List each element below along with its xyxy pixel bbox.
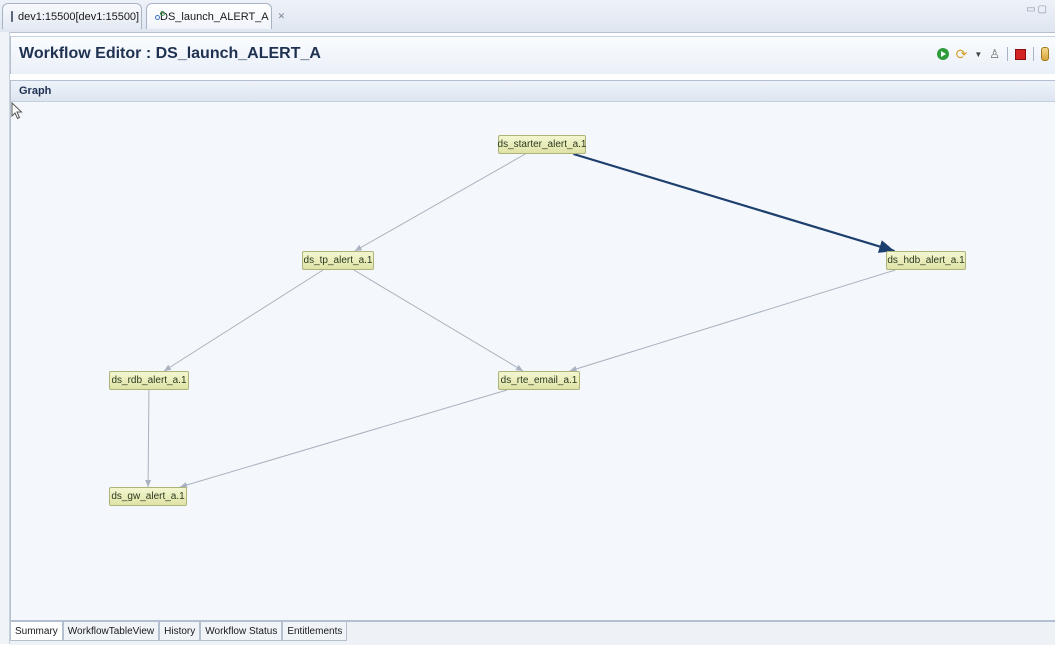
user-icon[interactable]: ♙ <box>989 48 1000 60</box>
stop-icon[interactable] <box>1015 48 1026 60</box>
left-border-strip <box>0 32 10 644</box>
graph-edge-tp-to-rdb[interactable] <box>163 269 324 372</box>
graph-section: Graph ds_starter_alert_a.1 ds_tp_alert_a… <box>10 80 1055 621</box>
workflow-graph-canvas[interactable]: ds_starter_alert_a.1 ds_tp_alert_a.1 ds_… <box>11 102 1054 620</box>
tab-workflow-label: DS_launch_ALERT_A <box>160 10 269 23</box>
tab-summary[interactable]: Summary <box>10 622 63 641</box>
workflow-node-tp[interactable]: ds_tp_alert_a.1 <box>302 251 374 270</box>
graph-edge-starter-to-hdb[interactable] <box>573 152 895 253</box>
tab-entitlements[interactable]: Entitlements <box>282 622 348 641</box>
tab-connection-label: dev1:15500[dev1:15500] <box>18 10 140 23</box>
editor-toolbar: ⟳ ▼ ♙ <box>936 47 1049 61</box>
tab-connection[interactable]: dev1:15500[dev1:15500] <box>2 3 142 29</box>
graph-edge-rte-to-gw[interactable] <box>179 389 508 488</box>
graph-edge-starter-to-tp[interactable] <box>354 153 526 252</box>
database-icon <box>11 11 13 22</box>
tab-workflow[interactable]: DS_launch_ALERT_A ✕ <box>146 3 285 29</box>
section-header: Graph <box>11 81 1055 102</box>
workflow-node-gw[interactable]: ds_gw_alert_a.1 <box>109 487 187 506</box>
tab-workflow-status[interactable]: Workflow Status <box>200 622 283 641</box>
close-icon[interactable]: ✕ <box>278 11 286 22</box>
tab-workflow-table-view[interactable]: WorkflowTableView <box>62 622 160 641</box>
mouse-pointer-icon <box>11 102 23 120</box>
toolbar-separator <box>1033 47 1034 61</box>
editor-tab-bar: dev1:15500[dev1:15500] DS_launch_ALERT_A… <box>0 0 1055 33</box>
dropdown-icon[interactable]: ▼ <box>974 50 982 59</box>
workflow-node-starter[interactable]: ds_starter_alert_a.1 <box>498 135 586 154</box>
workflow-action-icon[interactable]: ⟳ <box>956 47 968 61</box>
editor-header: Workflow Editor : DS_launch_ALERT_A ⟳ ▼ … <box>10 36 1055 74</box>
minimize-maximize-icon[interactable]: ▭▢ <box>1026 4 1049 15</box>
toolbar-separator <box>1007 47 1008 61</box>
workflow-node-rte[interactable]: ds_rte_email_a.1 <box>498 371 580 390</box>
info-icon[interactable] <box>1041 47 1049 61</box>
run-icon[interactable] <box>936 48 949 60</box>
graph-edge-tp-to-rte[interactable] <box>353 269 524 372</box>
tab-history[interactable]: History <box>159 622 201 641</box>
graph-edge-rdb-to-gw[interactable] <box>145 389 152 488</box>
page-title: Workflow Editor : DS_launch_ALERT_A <box>19 45 321 62</box>
workflow-node-hdb[interactable]: ds_hdb_alert_a.1 <box>886 251 966 270</box>
workflow-node-rdb[interactable]: ds_rdb_alert_a.1 <box>109 371 189 390</box>
graph-edge-hdb-to-rte[interactable] <box>569 269 896 372</box>
graph-edges <box>145 152 896 488</box>
bottom-tab-bar: Summary WorkflowTableView History Workfl… <box>10 621 1055 645</box>
section-title: Graph <box>19 85 52 97</box>
